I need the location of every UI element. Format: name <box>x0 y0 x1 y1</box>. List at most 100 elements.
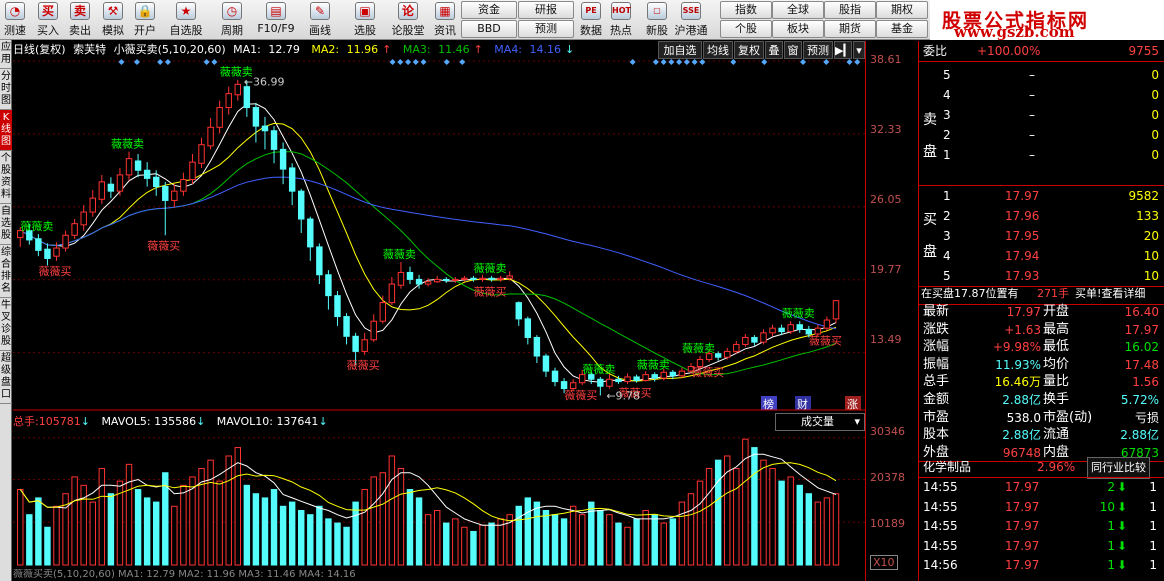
candle[interactable] <box>606 378 613 387</box>
candle[interactable] <box>660 371 668 379</box>
candle[interactable] <box>334 295 341 318</box>
candle[interactable] <box>143 169 151 179</box>
volume-bar[interactable] <box>343 526 350 566</box>
volume-bar[interactable] <box>89 501 96 566</box>
candle[interactable] <box>261 125 269 132</box>
volume-chart[interactable] <box>13 431 865 569</box>
volume-bar[interactable] <box>796 484 803 566</box>
event-marker[interactable] <box>203 59 210 65</box>
volume-bar[interactable] <box>560 518 568 566</box>
volume-bar[interactable] <box>225 455 232 566</box>
candle[interactable] <box>624 376 631 383</box>
forum-button[interactable]: 论论股堂 <box>388 0 428 40</box>
left-tab-5[interactable]: 综合排名 <box>0 245 12 298</box>
candle[interactable] <box>533 336 541 357</box>
volume-bar[interactable] <box>207 459 214 566</box>
candle[interactable] <box>597 378 604 387</box>
period-button[interactable]: ◷ 周期 <box>212 0 252 40</box>
candle[interactable] <box>633 376 640 381</box>
volume-bar[interactable] <box>44 526 51 566</box>
candle[interactable] <box>35 238 42 251</box>
watchlist-button[interactable]: ★ 自选股 <box>166 0 206 40</box>
volume-bar[interactable] <box>107 493 115 566</box>
volume-bar[interactable] <box>751 447 758 566</box>
left-tab-4[interactable]: 自选股 <box>0 204 12 245</box>
candle[interactable] <box>225 93 232 109</box>
volume-bar[interactable] <box>705 468 713 566</box>
candle[interactable] <box>279 148 287 170</box>
event-marker[interactable] <box>629 59 636 65</box>
candle[interactable] <box>216 107 223 128</box>
left-tab-2[interactable]: K线图 <box>0 110 12 151</box>
volume-bar[interactable] <box>152 501 160 566</box>
candle[interactable] <box>180 179 187 192</box>
candle[interactable] <box>787 324 794 333</box>
candle[interactable] <box>796 324 803 330</box>
candle[interactable] <box>678 370 686 377</box>
open-account-button[interactable]: 🔒 开户 <box>130 0 160 40</box>
candle[interactable] <box>71 223 78 236</box>
sell-button[interactable]: 卖卖出 <box>64 0 96 40</box>
event-marker[interactable] <box>397 59 404 65</box>
fund-button[interactable]: 资金 <box>461 1 517 19</box>
candle[interactable] <box>207 126 214 147</box>
candle[interactable] <box>89 197 96 213</box>
volume-bar[interactable] <box>17 489 24 566</box>
futures-button[interactable]: 期货 <box>824 20 876 38</box>
candle[interactable] <box>44 248 51 260</box>
volume-bar[interactable] <box>651 514 658 566</box>
draw-line-button[interactable]: ✎ 画线 <box>300 0 340 40</box>
volume-bar[interactable] <box>760 459 767 566</box>
volume-bar[interactable] <box>823 497 831 566</box>
candle[interactable] <box>316 246 323 276</box>
volume-bar[interactable] <box>678 501 686 566</box>
candle[interactable] <box>551 370 559 383</box>
event-marker[interactable] <box>660 59 667 65</box>
candle[interactable] <box>724 350 731 358</box>
volume-bar[interactable] <box>53 505 60 566</box>
volume-bar[interactable] <box>26 514 33 566</box>
candle[interactable] <box>406 271 414 280</box>
volume-indicator-select[interactable]: 成交量 ▾ <box>775 413 865 431</box>
candle[interactable] <box>397 271 405 286</box>
volume-bar[interactable] <box>461 526 468 566</box>
candle[interactable] <box>234 83 242 96</box>
volume-bar[interactable] <box>252 493 260 566</box>
stock-select-button[interactable]: ▣ 选股 <box>346 0 384 40</box>
volume-bar[interactable] <box>578 514 586 566</box>
volume-bar[interactable] <box>143 497 151 566</box>
volume-bar[interactable] <box>180 484 187 566</box>
event-marker[interactable] <box>157 59 164 65</box>
volume-bar[interactable] <box>288 501 296 566</box>
volume-bar[interactable] <box>307 514 314 566</box>
candle[interactable] <box>361 339 368 352</box>
volume-bar[interactable] <box>606 514 613 566</box>
toolbar-0-button[interactable]: PE 数据 <box>574 0 608 40</box>
stock-button[interactable]: 个股 <box>720 20 772 38</box>
candle[interactable] <box>288 167 296 192</box>
candle[interactable] <box>443 278 450 282</box>
candle[interactable] <box>152 176 160 188</box>
volume-bar[interactable] <box>615 522 622 566</box>
volume-bar[interactable] <box>216 480 223 566</box>
event-marker[interactable] <box>730 59 737 65</box>
adjust-button[interactable]: 复权 <box>734 41 764 59</box>
research-button[interactable]: 研报 <box>518 1 574 19</box>
volume-bar[interactable] <box>316 505 323 566</box>
volume-bar[interactable] <box>443 522 450 566</box>
volume-bar[interactable] <box>261 497 269 566</box>
candle[interactable] <box>651 374 658 379</box>
candle[interactable] <box>270 130 278 150</box>
candle[interactable] <box>307 218 314 248</box>
volume-bar[interactable] <box>279 505 287 566</box>
volume-bar[interactable] <box>415 497 423 566</box>
volume-bar[interactable] <box>270 489 278 566</box>
candle[interactable] <box>560 381 568 390</box>
candle[interactable] <box>415 278 423 285</box>
volume-bar[interactable] <box>125 463 133 566</box>
volume-bar[interactable] <box>805 493 813 566</box>
event-marker[interactable] <box>459 59 466 65</box>
candle[interactable] <box>615 378 622 383</box>
ma-button[interactable]: 均线 <box>703 41 733 59</box>
event-marker[interactable] <box>164 59 171 65</box>
